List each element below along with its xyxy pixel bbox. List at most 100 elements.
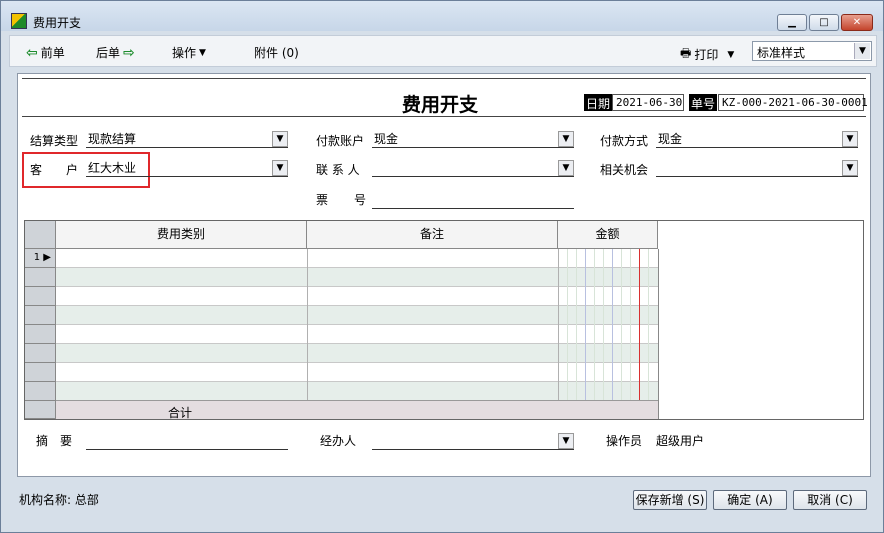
next-button[interactable]: 后单 ⇨ — [96, 44, 135, 61]
total-label: 合计 — [168, 406, 193, 420]
column-header-category[interactable]: 费用类别 — [56, 221, 307, 249]
summary-field[interactable] — [86, 432, 288, 450]
save-new-button[interactable]: 保存新增 (S) — [633, 490, 707, 510]
print-style-value: 标准样式 — [757, 46, 806, 60]
summary-label-2: 要 — [60, 434, 73, 448]
current-row-icon: ▶ — [43, 252, 51, 263]
row-header[interactable] — [25, 325, 56, 344]
operations-label: 操作 — [172, 46, 197, 60]
ticket-label-2: 号 — [354, 193, 367, 207]
row-header[interactable] — [25, 306, 56, 325]
pay-account-label: 付款账户 — [316, 134, 365, 148]
column-divider — [307, 249, 308, 419]
contact-label: 联 系 人 — [316, 163, 360, 177]
summary-label-1: 摘 — [36, 434, 49, 448]
operator-label: 操作员 — [606, 434, 643, 448]
customer-label-2: 户 — [66, 163, 79, 177]
opportunity-label: 相关机会 — [600, 163, 649, 177]
amount-digit-line — [576, 249, 577, 419]
maximize-button[interactable]: □ — [809, 14, 839, 31]
dropdown-arrow-icon[interactable]: ▼ — [558, 160, 574, 176]
app-icon — [11, 13, 27, 29]
row-header — [25, 401, 56, 419]
print-button[interactable]: 🖶 打印 ▼ — [680, 44, 734, 65]
settle-type-select[interactable]: 现款结算 ▼ — [86, 130, 288, 148]
ok-button[interactable]: 确定 (A) — [713, 490, 787, 510]
row-header[interactable] — [25, 382, 56, 401]
next-label: 后单 — [96, 46, 121, 60]
ticket-field[interactable] — [372, 191, 574, 209]
amount-decimal-line — [639, 249, 640, 419]
amount-digit-line — [567, 249, 568, 419]
operations-menu[interactable]: 操作 ▼ — [172, 44, 206, 61]
row-header[interactable] — [25, 268, 56, 287]
dropdown-arrow-icon: ▼ — [199, 47, 206, 58]
bill-no-label: 单号 — [689, 94, 718, 111]
dropdown-arrow-icon[interactable]: ▼ — [842, 131, 858, 147]
operator-value: 超级用户 — [656, 434, 705, 448]
settle-type-label: 结算类型 — [30, 134, 79, 148]
contact-select[interactable]: ▼ — [372, 159, 574, 177]
dropdown-arrow-icon[interactable]: ▼ — [558, 131, 574, 147]
minimize-button[interactable]: ▁ — [777, 14, 807, 31]
amount-digit-line — [612, 249, 613, 419]
expense-grid[interactable]: 费用类别 备注 金额 1 ▶ 合计 — [24, 220, 864, 420]
pay-method-value: 现金 — [658, 132, 683, 146]
cancel-button[interactable]: 取消 (C) — [793, 490, 867, 510]
divider — [22, 78, 866, 79]
grid-corner — [25, 221, 56, 249]
attachment-button[interactable]: 附件 (0) — [254, 44, 299, 61]
amount-digit-line — [621, 249, 622, 419]
column-header-amount[interactable]: 金额 — [558, 221, 658, 249]
pay-account-value: 现金 — [374, 132, 399, 146]
handler-label: 经办人 — [320, 434, 357, 448]
row-header[interactable] — [25, 363, 56, 382]
settle-type-value: 现款结算 — [88, 132, 137, 146]
dropdown-arrow-icon[interactable]: ▼ — [272, 160, 288, 176]
expense-form: 费用开支 日期 2021-06-30 单号 KZ-000-2021-06-30-… — [17, 73, 871, 477]
dropdown-arrow-icon: ▼ — [727, 49, 735, 60]
dropdown-arrow-icon[interactable]: ▼ — [854, 43, 870, 59]
row-header[interactable] — [25, 344, 56, 363]
toolbar: ⇦ 前单 后单 ⇨ 操作 ▼ 附件 (0) 🖶 打印 ▼ 标准样式 ▼ — [9, 35, 877, 67]
app-window: 费用开支 ▁ □ ✕ ⇦ 前单 后单 ⇨ 操作 ▼ 附件 (0) 🖶 打印 ▼ … — [0, 0, 884, 533]
amount-digit-line — [648, 249, 649, 419]
ticket-label-1: 票 — [316, 193, 329, 207]
row-number: 1 — [33, 252, 41, 263]
column-divider — [558, 249, 559, 419]
title-bar: 费用开支 ▁ □ ✕ — [1, 1, 883, 31]
column-divider — [658, 249, 659, 419]
opportunity-select[interactable]: ▼ — [656, 159, 858, 177]
amount-digit-line — [630, 249, 631, 419]
printer-icon: 🖶 — [680, 46, 692, 60]
close-button[interactable]: ✕ — [841, 14, 873, 31]
prev-label: 前单 — [40, 46, 65, 60]
date-label: 日期 — [584, 94, 613, 111]
pay-method-select[interactable]: 现金 ▼ — [656, 130, 858, 148]
print-style-select[interactable]: 标准样式 ▼ — [752, 41, 872, 61]
bill-no-field[interactable]: KZ-000-2021-06-30-0001 — [718, 94, 868, 111]
organization-name: 机构名称: 总部 — [19, 493, 99, 507]
row-header[interactable]: 1 ▶ — [25, 249, 56, 268]
divider — [22, 116, 866, 117]
amount-digit-line — [594, 249, 595, 419]
customer-label-1: 客 — [30, 163, 43, 177]
print-label: 打印 — [694, 48, 719, 62]
dropdown-arrow-icon[interactable]: ▼ — [842, 160, 858, 176]
form-title: 费用开支 — [402, 94, 479, 116]
arrow-left-icon: ⇦ — [26, 44, 38, 61]
window-title: 费用开支 — [33, 16, 82, 30]
amount-digit-line — [585, 249, 586, 419]
prev-button[interactable]: ⇦ 前单 — [26, 44, 65, 61]
pay-account-select[interactable]: 现金 ▼ — [372, 130, 574, 148]
customer-select[interactable]: 红大木业 ▼ — [86, 159, 288, 177]
column-header-remark[interactable]: 备注 — [307, 221, 558, 249]
dropdown-arrow-icon[interactable]: ▼ — [558, 433, 574, 449]
handler-select[interactable]: ▼ — [372, 432, 574, 450]
customer-value: 红大木业 — [88, 161, 137, 175]
dropdown-arrow-icon[interactable]: ▼ — [272, 131, 288, 147]
row-header[interactable] — [25, 287, 56, 306]
arrow-right-icon: ⇨ — [123, 44, 135, 61]
date-field[interactable]: 2021-06-30 — [612, 94, 684, 111]
attachment-label: 附件 (0) — [254, 46, 299, 60]
